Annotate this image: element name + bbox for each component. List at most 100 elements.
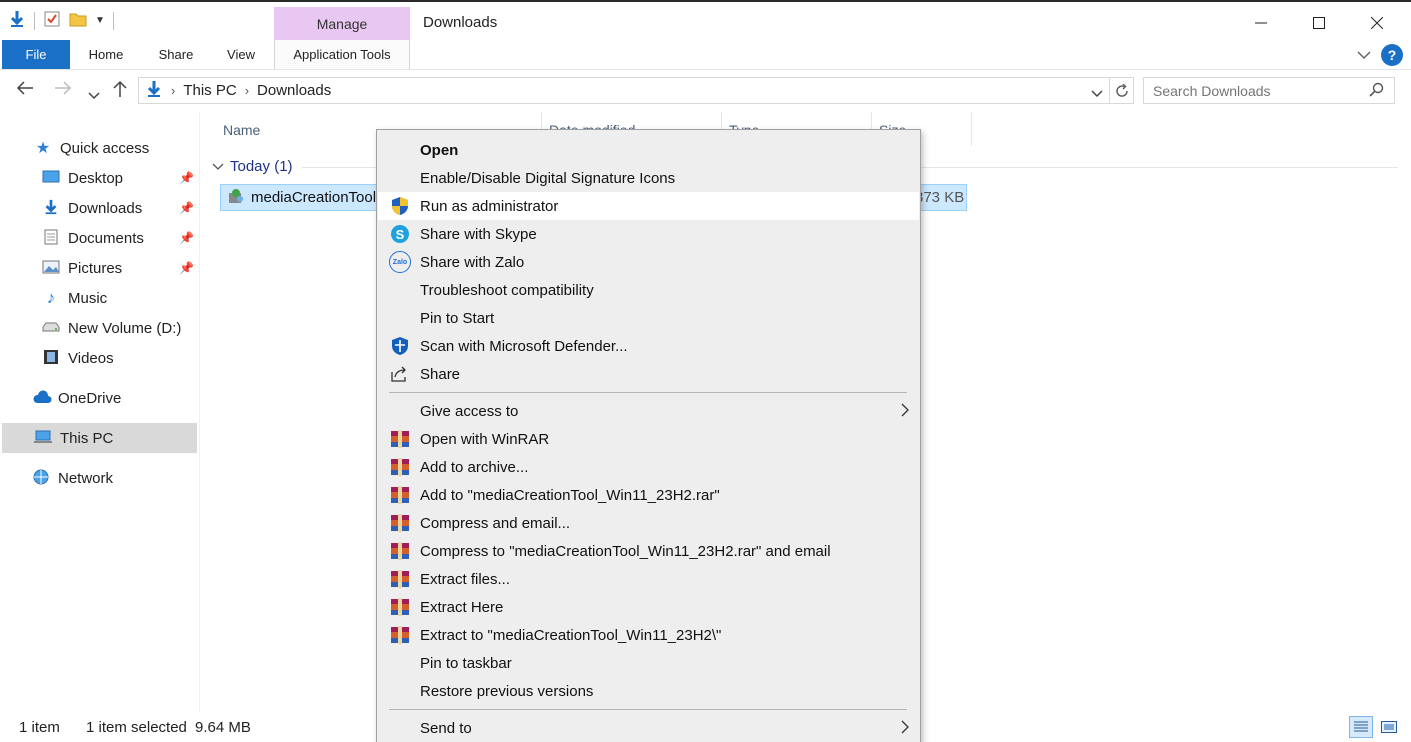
group-label: Today (1) bbox=[230, 158, 293, 175]
menu-item-extract-to-folder[interactable]: Extract to "mediaCreationTool_Win11_23H2… bbox=[378, 621, 919, 649]
address-bar[interactable]: › This PC › Downloads bbox=[138, 77, 1110, 104]
winrar-icon bbox=[389, 428, 411, 450]
expand-ribbon-icon[interactable] bbox=[1357, 47, 1371, 63]
sidebar-item-network[interactable]: Network bbox=[32, 464, 113, 492]
sidebar-item-quick-access[interactable]: ★ Quick access bbox=[34, 134, 149, 162]
menu-separator bbox=[389, 392, 907, 393]
menu-item-open-with-winrar[interactable]: Open with WinRAR bbox=[378, 425, 919, 453]
tab-file[interactable]: File bbox=[2, 40, 70, 69]
sidebar-item-pictures[interactable]: Pictures bbox=[42, 254, 122, 282]
sidebar-item-label: New Volume (D:) bbox=[68, 319, 182, 337]
menu-item-open[interactable]: Open bbox=[378, 136, 919, 164]
details-view-button[interactable] bbox=[1349, 716, 1373, 738]
zalo-icon: Zalo bbox=[389, 251, 411, 273]
tab-share[interactable]: Share bbox=[150, 40, 202, 69]
search-input[interactable] bbox=[1143, 77, 1395, 104]
pane-divider[interactable] bbox=[199, 112, 200, 712]
sidebar-item-videos[interactable]: Videos bbox=[42, 344, 114, 372]
breadcrumb-chevron-icon[interactable]: › bbox=[245, 83, 249, 98]
sidebar-item-label: Quick access bbox=[60, 139, 150, 157]
minimize-button[interactable] bbox=[1246, 10, 1276, 36]
winrar-icon bbox=[389, 512, 411, 534]
submenu-chevron-icon bbox=[901, 718, 909, 739]
winrar-icon bbox=[389, 540, 411, 562]
help-icon[interactable]: ? bbox=[1381, 44, 1403, 66]
close-button[interactable] bbox=[1362, 10, 1392, 36]
file-name: mediaCreationTool bbox=[251, 189, 377, 206]
search-icon[interactable] bbox=[1369, 82, 1384, 101]
group-header[interactable]: Today (1) bbox=[212, 158, 293, 175]
pin-icon[interactable]: 📌 bbox=[179, 171, 194, 185]
menu-item-share-with-zalo[interactable]: Zalo Share with Zalo bbox=[378, 248, 919, 276]
new-folder-icon[interactable] bbox=[69, 10, 87, 31]
sidebar-item-onedrive[interactable]: OneDrive bbox=[32, 384, 121, 412]
pin-icon[interactable]: 📌 bbox=[179, 201, 194, 215]
menu-item-extract-here[interactable]: Extract Here bbox=[378, 593, 919, 621]
menu-item-pin-to-start[interactable]: Pin to Start bbox=[378, 304, 919, 332]
pin-icon[interactable]: 📌 bbox=[179, 261, 194, 275]
menu-item-label: Share bbox=[420, 365, 461, 383]
maximize-button[interactable] bbox=[1304, 10, 1334, 36]
forward-arrow-icon[interactable] bbox=[54, 80, 72, 101]
menu-item-share[interactable]: Share bbox=[378, 360, 919, 388]
tab-home[interactable]: Home bbox=[80, 40, 132, 69]
film-icon bbox=[42, 349, 60, 368]
navigation-bar: › This PC › Downloads bbox=[0, 72, 1411, 110]
menu-item-scan-with-defender[interactable]: Scan with Microsoft Defender... bbox=[378, 332, 919, 360]
music-note-icon: ♪ bbox=[46, 288, 56, 307]
menu-item-label: Add to "mediaCreationTool_Win11_23H2.rar… bbox=[420, 486, 720, 504]
properties-icon[interactable] bbox=[43, 10, 61, 31]
toolbar-separator bbox=[112, 11, 114, 30]
share-icon bbox=[389, 363, 411, 385]
sidebar-item-desktop[interactable]: Desktop bbox=[42, 164, 123, 192]
manage-tab-group[interactable]: Manage bbox=[274, 7, 410, 42]
recent-locations-chevron-icon[interactable] bbox=[88, 84, 100, 105]
download-arrow-icon[interactable] bbox=[8, 10, 26, 31]
pin-icon[interactable]: 📌 bbox=[179, 231, 194, 245]
menu-item-add-to-archive[interactable]: Add to archive... bbox=[378, 453, 919, 481]
menu-item-label: Troubleshoot compatibility bbox=[420, 281, 594, 299]
large-icons-view-button[interactable] bbox=[1377, 716, 1401, 738]
menu-item-label: Share with Zalo bbox=[420, 253, 525, 271]
back-arrow-icon[interactable] bbox=[16, 80, 34, 101]
tab-view[interactable]: View bbox=[218, 40, 264, 69]
computer-icon bbox=[34, 430, 52, 447]
up-arrow-icon[interactable] bbox=[112, 80, 128, 103]
sidebar-item-label: OneDrive bbox=[58, 389, 122, 407]
downloads-location-icon bbox=[145, 80, 163, 101]
sidebar-item-downloads[interactable]: Downloads bbox=[42, 194, 142, 222]
sidebar-item-label: Music bbox=[68, 289, 108, 307]
tab-application-tools[interactable]: Application Tools bbox=[274, 40, 410, 69]
sidebar-item-documents[interactable]: Documents bbox=[42, 224, 144, 252]
refresh-button[interactable] bbox=[1110, 77, 1134, 104]
sidebar-item-new-volume[interactable]: New Volume (D:) bbox=[42, 314, 181, 342]
menu-item-digital-signature-icons[interactable]: Enable/Disable Digital Signature Icons bbox=[378, 164, 919, 192]
address-dropdown-icon[interactable] bbox=[1091, 85, 1103, 101]
window-title: Downloads bbox=[423, 14, 498, 31]
menu-item-run-as-administrator[interactable]: Run as administrator bbox=[378, 192, 919, 220]
menu-item-extract-files[interactable]: Extract files... bbox=[378, 565, 919, 593]
menu-item-pin-to-taskbar[interactable]: Pin to taskbar bbox=[378, 649, 919, 677]
menu-item-troubleshoot-compatibility[interactable]: Troubleshoot compatibility bbox=[378, 276, 919, 304]
toolbar-separator bbox=[34, 11, 35, 30]
title-bar: ▼ Manage Downloads bbox=[0, 0, 1411, 42]
breadcrumb-this-pc[interactable]: This PC bbox=[183, 82, 236, 99]
menu-item-send-to[interactable]: Send to bbox=[378, 714, 919, 742]
menu-item-share-with-skype[interactable]: S Share with Skype bbox=[378, 220, 919, 248]
breadcrumb-chevron-icon[interactable]: › bbox=[171, 83, 175, 98]
menu-item-compress-to-rar-and-email[interactable]: Compress to "mediaCreationTool_Win11_23H… bbox=[378, 537, 919, 565]
sidebar-item-this-pc[interactable]: This PC bbox=[34, 424, 113, 452]
column-separator[interactable] bbox=[971, 112, 972, 146]
menu-item-give-access-to[interactable]: Give access to bbox=[378, 397, 919, 425]
menu-item-label: Scan with Microsoft Defender... bbox=[420, 337, 628, 355]
breadcrumb-downloads[interactable]: Downloads bbox=[257, 82, 331, 99]
customize-dropdown-icon[interactable]: ▼ bbox=[95, 15, 105, 26]
menu-item-label: Pin to taskbar bbox=[420, 654, 512, 672]
column-header-name[interactable]: Name bbox=[223, 112, 260, 148]
menu-item-restore-previous-versions[interactable]: Restore previous versions bbox=[378, 677, 919, 705]
status-item-count: 1 item bbox=[19, 718, 60, 736]
menu-item-add-to-rar[interactable]: Add to "mediaCreationTool_Win11_23H2.rar… bbox=[378, 481, 919, 509]
menu-item-compress-and-email[interactable]: Compress and email... bbox=[378, 509, 919, 537]
sidebar-item-music[interactable]: ♪ Music bbox=[42, 284, 107, 312]
collapse-chevron-icon[interactable] bbox=[212, 158, 224, 175]
